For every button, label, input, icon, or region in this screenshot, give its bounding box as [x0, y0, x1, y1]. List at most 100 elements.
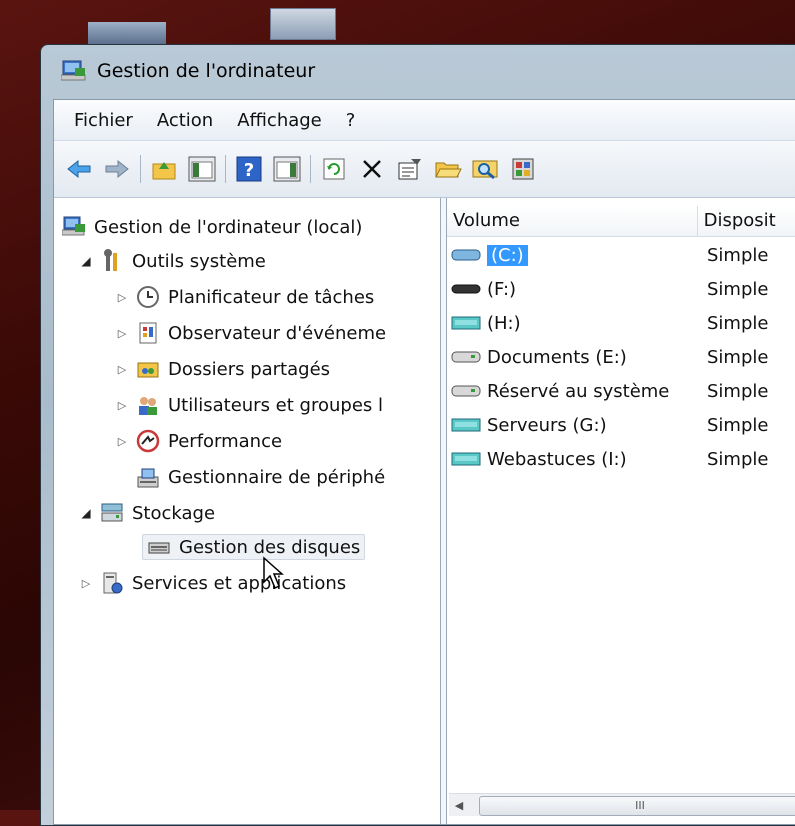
computer-management-icon — [62, 216, 85, 236]
volume-name: (H:) — [487, 312, 521, 334]
show-hide-action-icon[interactable] — [272, 154, 302, 184]
window-title: Gestion de l'ordinateur — [97, 60, 316, 82]
window-client: Fichier Action Affichage ? ? Gestion de … — [53, 99, 795, 825]
tree-item-outils[interactable]: ◢ Outils système — [78, 244, 266, 278]
tree-item-observateur[interactable]: ▷ Observateur d'événeme — [114, 316, 386, 350]
tree-item-disques[interactable]: Gestion des disques — [142, 530, 366, 564]
tree-item-stockage[interactable]: ◢ Stockage — [78, 496, 215, 530]
volume-name: Serveurs (G:) — [487, 414, 607, 436]
toolbar: ? — [54, 141, 795, 198]
volume-disposition: Simple — [707, 312, 769, 334]
svg-text:?: ? — [244, 160, 254, 181]
panes: Gestion de l'ordinateur (local) ◢ Outils… — [54, 198, 795, 824]
menu-help[interactable]: ? — [334, 110, 368, 131]
event-viewer-icon — [139, 322, 157, 344]
tree-item-planificateur[interactable]: ▷ Planificateur de tâches — [114, 280, 374, 314]
tree-label: Utilisateurs et groupes l — [168, 394, 383, 416]
show-hide-tree-icon[interactable] — [187, 154, 217, 184]
search-icon[interactable] — [471, 154, 501, 184]
volume-name: Réservé au système — [487, 380, 670, 402]
scroll-thumb[interactable]: III — [479, 796, 795, 816]
users-icon — [139, 397, 157, 415]
properties-icon[interactable] — [395, 154, 425, 184]
storage-icon — [101, 503, 123, 522]
table-row[interactable]: (C:) Simple — [447, 238, 795, 272]
collapsed-arrow-icon[interactable]: ▷ — [114, 291, 130, 304]
selected-highlight: Gestion des disques — [142, 534, 366, 560]
horizontal-scrollbar[interactable]: ◀ III — [449, 793, 795, 816]
table-row[interactable]: (H:) Simple — [447, 306, 795, 340]
volume-disposition: Simple — [707, 380, 769, 402]
disk-tool-icon[interactable] — [509, 154, 539, 184]
tree-item-performance[interactable]: ▷ Performance — [114, 424, 282, 458]
desktop-icon[interactable] — [270, 8, 336, 40]
drive-teal-icon — [451, 418, 481, 432]
services-icon — [103, 572, 123, 594]
up-folder-icon[interactable] — [149, 154, 179, 184]
drive-gray-icon — [451, 351, 481, 363]
drive-teal-icon — [451, 452, 481, 466]
tree-item-dossiers[interactable]: ▷ Dossiers partagés — [114, 352, 330, 386]
column-header-disposition[interactable]: Disposit — [698, 206, 795, 236]
volume-disposition: Simple — [707, 244, 769, 266]
collapsed-arrow-icon[interactable]: ▷ — [114, 399, 130, 412]
performance-icon — [136, 429, 160, 453]
tree-pane[interactable]: Gestion de l'ordinateur (local) ◢ Outils… — [54, 198, 441, 824]
tree-item-gestionnaire[interactable]: Gestionnaire de périphé — [136, 460, 385, 494]
collapsed-arrow-icon[interactable]: ▷ — [114, 435, 130, 448]
volume-disposition: Simple — [707, 414, 769, 436]
collapsed-arrow-icon[interactable]: ▷ — [114, 363, 130, 376]
desktop-icon[interactable] — [88, 22, 166, 44]
delete-icon[interactable] — [357, 154, 387, 184]
open-icon[interactable] — [433, 154, 463, 184]
back-icon[interactable] — [64, 154, 94, 184]
tree-label: Performance — [168, 430, 283, 452]
scroll-grip: III — [635, 799, 645, 812]
volume-name: Documents (E:) — [487, 346, 627, 368]
tree-label: Stockage — [132, 502, 216, 524]
clock-icon — [137, 286, 159, 308]
menu-action[interactable]: Action — [145, 110, 225, 131]
expanded-arrow-icon[interactable]: ◢ — [78, 254, 94, 268]
menu-affichage[interactable]: Affichage — [225, 110, 334, 131]
table-row[interactable]: Documents (E:) Simple — [447, 340, 795, 374]
table-row[interactable]: Webastuces (I:) Simple — [447, 442, 795, 476]
title-bar[interactable]: Gestion de l'ordinateur — [41, 45, 795, 97]
table-row[interactable]: (F:) Simple — [447, 272, 795, 306]
device-manager-icon — [137, 468, 159, 488]
help-icon[interactable]: ? — [234, 154, 264, 184]
collapsed-arrow-icon[interactable]: ▷ — [114, 327, 130, 340]
computer-management-window: Gestion de l'ordinateur Fichier Action A… — [40, 44, 795, 826]
disk-management-icon — [148, 542, 170, 554]
tools-icon — [104, 249, 117, 271]
toolbar-separator — [140, 155, 141, 183]
volume-disposition: Simple — [707, 346, 769, 368]
mouse-cursor-icon — [263, 556, 284, 590]
table-row[interactable]: Serveurs (G:) Simple — [447, 408, 795, 442]
computer-management-icon — [61, 60, 86, 81]
table-row[interactable]: Réservé au système Simple — [447, 374, 795, 408]
volume-disposition: Simple — [707, 278, 769, 300]
tree-item-root[interactable]: Gestion de l'ordinateur (local) — [62, 210, 362, 244]
tree-label: Planificateur de tâches — [168, 286, 375, 308]
refresh-icon[interactable] — [319, 154, 349, 184]
volume-list-pane[interactable]: Volume Disposit (C:) Simple (F:) Simple — [446, 198, 795, 824]
tree-label: Gestion des disques — [179, 536, 361, 558]
expanded-arrow-icon[interactable]: ◢ — [78, 506, 94, 520]
toolbar-separator — [310, 155, 311, 183]
list-header: Volume Disposit — [447, 206, 795, 237]
tree-item-utilisateurs[interactable]: ▷ Utilisateurs et groupes l — [114, 388, 383, 422]
drive-dark-icon — [451, 284, 481, 294]
tree-label: Services et applications — [132, 572, 347, 594]
forward-icon[interactable] — [102, 154, 132, 184]
shared-folder-icon — [137, 362, 159, 378]
collapsed-arrow-icon[interactable]: ▷ — [78, 577, 94, 590]
column-header-volume[interactable]: Volume — [447, 206, 698, 236]
volume-name: Webastuces (I:) — [487, 448, 627, 470]
tree-item-services[interactable]: ▷ Services et applications — [78, 566, 346, 600]
tree-label: Gestion de l'ordinateur (local) — [94, 216, 363, 238]
menu-fichier[interactable]: Fichier — [62, 110, 145, 131]
volume-name: (C:) — [487, 244, 528, 266]
drive-gray-icon — [451, 385, 481, 397]
volume-disposition: Simple — [707, 448, 769, 470]
